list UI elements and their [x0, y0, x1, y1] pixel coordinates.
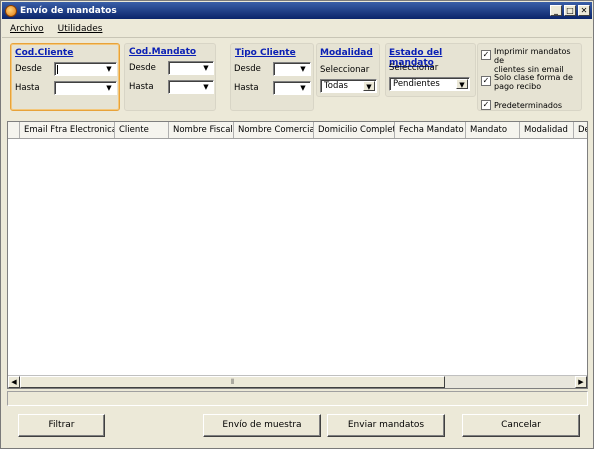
column-header-nombre-comercial[interactable]: Nombre Comercial	[234, 122, 314, 138]
row-selector-header[interactable]	[8, 122, 20, 138]
estado-mandato-group: Estado del mandato Seleccionar Pendiente…	[385, 43, 476, 97]
column-header-fecha-mandato[interactable]: Fecha Mandato	[395, 122, 466, 138]
dropdown-arrow-icon[interactable]: ▼	[456, 79, 468, 89]
dropdown-arrow-icon[interactable]: ▼	[103, 64, 115, 74]
solo-recibo-label-line1: Solo clase forma de	[494, 73, 573, 82]
scroll-right-icon[interactable]: ▶	[575, 376, 587, 388]
close-button[interactable]: ✕	[578, 5, 590, 16]
dropdown-arrow-icon[interactable]: ▼	[200, 82, 212, 92]
tipo-cliente-desde-combo[interactable]: ▼	[273, 62, 311, 76]
column-header-domicilio[interactable]: Domicilio Completo	[314, 122, 395, 138]
app-icon	[5, 4, 17, 17]
dropdown-arrow-icon[interactable]: ▼	[297, 83, 309, 93]
grid-header: Email Ftra Electronica Cliente Nombre Fi…	[8, 122, 587, 139]
dropdown-arrow-icon[interactable]: ▼	[297, 64, 309, 74]
maximize-button[interactable]: □	[564, 5, 576, 16]
column-header-email[interactable]: Email Ftra Electronica	[20, 122, 115, 138]
modalidad-combo[interactable]: Todas ▼	[320, 79, 377, 93]
print-no-email-label-line1: Imprimir mandatos de	[494, 47, 571, 65]
modalidad-select-label: Seleccionar	[320, 65, 370, 75]
predeterminados-checkbox[interactable]: ✓	[481, 100, 491, 110]
tipo-cliente-group: Tipo Cliente Desde ▼ Hasta ▼	[230, 43, 314, 111]
scrollbar-thumb[interactable]: ⦀	[20, 376, 445, 388]
options-group: ✓ Imprimir mandatos de clientes sin emai…	[477, 43, 582, 111]
dropdown-arrow-icon[interactable]: ▼	[103, 83, 115, 93]
modalidad-title[interactable]: Modalidad	[320, 48, 373, 58]
tipo-cliente-hasta-label: Hasta	[234, 83, 259, 93]
envio-muestra-button[interactable]: Envío de muestra	[203, 414, 321, 437]
cod-cliente-desde-label: Desde	[15, 64, 42, 74]
modalidad-group: Modalidad Seleccionar Todas ▼	[316, 43, 380, 97]
menu-bar: Archivo Utilidades	[2, 20, 592, 38]
status-bar	[7, 391, 588, 406]
minimize-button[interactable]: _	[550, 5, 562, 16]
text-caret	[57, 65, 58, 74]
tipo-cliente-title[interactable]: Tipo Cliente	[235, 48, 296, 58]
estado-mandato-select-label: Seleccionar	[389, 63, 439, 73]
cod-mandato-title[interactable]: Cod.Mandato	[129, 47, 196, 57]
dropdown-arrow-icon[interactable]: ▼	[363, 81, 375, 91]
tipo-cliente-hasta-combo[interactable]: ▼	[273, 81, 311, 95]
print-no-email-label: Imprimir mandatos de clientes sin email	[494, 47, 581, 74]
enviar-mandatos-button[interactable]: Enviar mandatos	[327, 414, 445, 437]
horizontal-scrollbar[interactable]: ◀ ⦀ ▶	[8, 375, 587, 388]
cod-cliente-hasta-combo[interactable]: ▼	[54, 81, 117, 95]
print-no-email-checkbox[interactable]: ✓	[481, 50, 491, 60]
cod-cliente-hasta-label: Hasta	[15, 83, 40, 93]
cod-cliente-group: Cod.Cliente Desde ▼ Hasta ▼	[10, 43, 120, 111]
solo-recibo-label: Solo clase forma de pago recibo	[494, 73, 573, 91]
menu-archivo-label: Archivo	[10, 23, 44, 34]
main-window: Envío de mandatos _ □ ✕ Archivo Utilidad…	[0, 0, 594, 449]
dropdown-arrow-icon[interactable]: ▼	[200, 63, 212, 73]
cancelar-button[interactable]: Cancelar	[462, 414, 580, 437]
menu-utilidades-label: Utilidades	[57, 23, 103, 34]
title-bar[interactable]: Envío de mandatos _ □ ✕	[2, 2, 592, 19]
column-header-modalidad[interactable]: Modalidad	[520, 122, 574, 138]
cod-mandato-desde-combo[interactable]: ▼	[168, 61, 214, 75]
modalidad-value: Todas	[324, 81, 348, 91]
cod-mandato-hasta-combo[interactable]: ▼	[168, 80, 214, 94]
predeterminados-label: Predeterminados	[494, 101, 563, 110]
cod-mandato-desde-label: Desde	[129, 63, 156, 73]
tipo-cliente-desde-label: Desde	[234, 64, 261, 74]
estado-mandato-value: Pendientes	[393, 79, 440, 89]
cod-mandato-hasta-label: Hasta	[129, 82, 154, 92]
column-header-nombre-fiscal[interactable]: Nombre Fiscal	[169, 122, 234, 138]
scroll-left-icon[interactable]: ◀	[8, 376, 20, 388]
estado-mandato-combo[interactable]: Pendientes ▼	[389, 77, 470, 91]
mandatos-grid[interactable]: Email Ftra Electronica Cliente Nombre Fi…	[7, 121, 588, 389]
solo-recibo-checkbox[interactable]: ✓	[481, 76, 491, 86]
cod-cliente-desde-combo[interactable]: ▼	[54, 62, 117, 76]
column-header-de[interactable]: De	[574, 122, 587, 138]
filtrar-button[interactable]: Filtrar	[18, 414, 105, 437]
menu-archivo[interactable]: Archivo	[10, 24, 44, 34]
menu-utilidades[interactable]: Utilidades	[58, 24, 103, 34]
column-header-cliente[interactable]: Cliente	[115, 122, 169, 138]
cod-cliente-title[interactable]: Cod.Cliente	[15, 48, 73, 58]
solo-recibo-label-line2: pago recibo	[494, 82, 542, 91]
cod-mandato-group: Cod.Mandato Desde ▼ Hasta ▼	[124, 43, 216, 111]
column-header-mandato[interactable]: Mandato	[466, 122, 520, 138]
window-title: Envío de mandatos	[20, 5, 117, 16]
